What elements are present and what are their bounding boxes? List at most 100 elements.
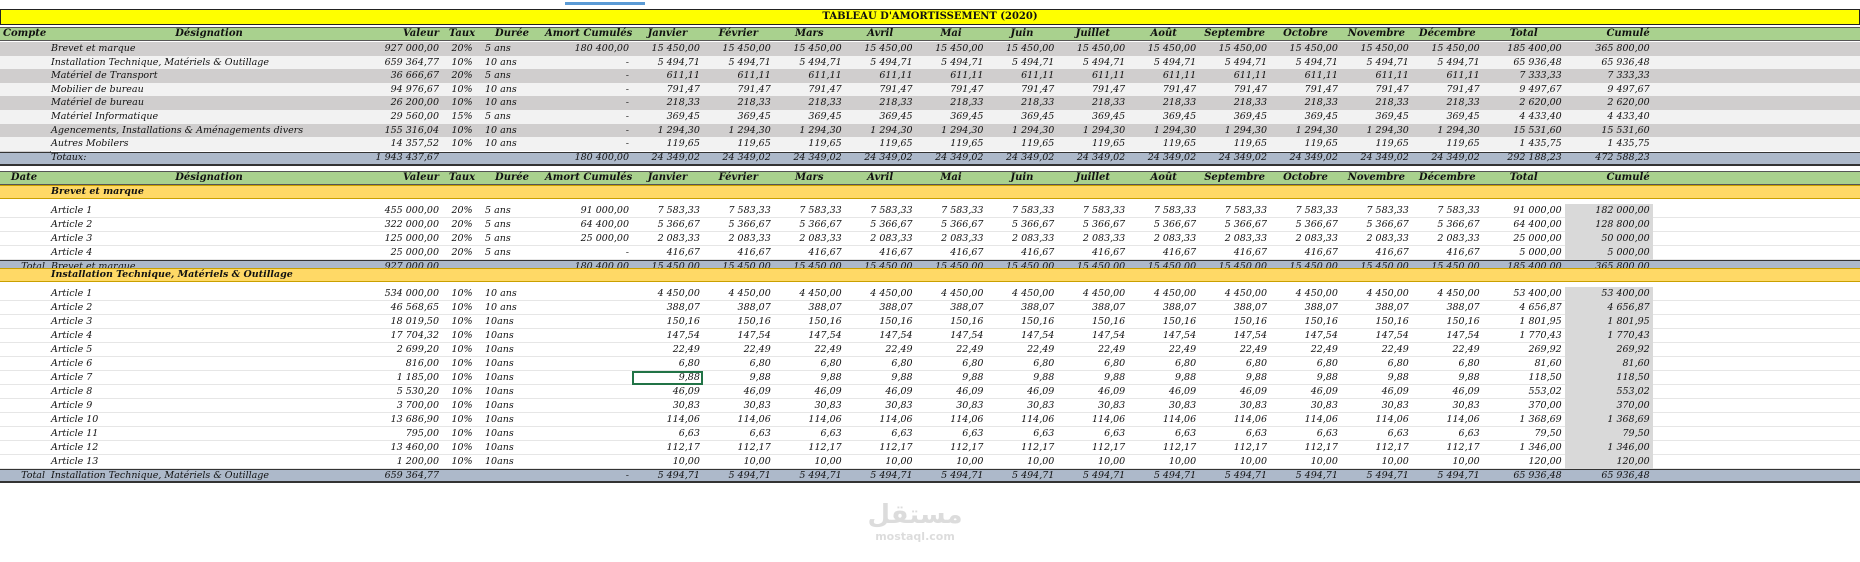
month-cell[interactable]: 46,09 <box>1199 385 1270 399</box>
month-cell[interactable]: 416,67 <box>1128 246 1199 260</box>
cumule-cell[interactable]: 553,02 <box>1564 384 1653 399</box>
month-cell[interactable]: 147,54 <box>916 329 987 343</box>
month-cell[interactable]: 22,49 <box>774 343 845 357</box>
month-cell[interactable]: 5 366,67 <box>845 218 916 232</box>
duree-cell[interactable]: 10 ans <box>482 124 542 138</box>
month-cell[interactable]: 218,33 <box>774 96 845 110</box>
month-cell[interactable]: 2 083,33 <box>1412 232 1483 246</box>
month-cell[interactable]: 369,45 <box>1341 110 1412 124</box>
duree-cell[interactable]: 10 ans <box>482 96 542 110</box>
month-cell[interactable]: 30,83 <box>845 399 916 413</box>
total-cell[interactable]: 25 000,00 <box>1483 232 1565 246</box>
month-cell[interactable]: 112,17 <box>986 441 1057 455</box>
month-cell[interactable]: 416,67 <box>845 246 916 260</box>
month-cell[interactable]: 15 450,00 <box>986 42 1057 56</box>
taux-cell[interactable]: 20% <box>442 246 482 260</box>
month-cell[interactable]: 10,00 <box>1341 455 1412 469</box>
month-cell[interactable]: 9,88 <box>703 371 774 385</box>
duree-cell[interactable]: 10ans <box>482 413 542 427</box>
month-cell[interactable]: 46,09 <box>1128 385 1199 399</box>
taux-cell[interactable]: 10% <box>442 399 482 413</box>
duree-cell[interactable]: 10ans <box>482 371 542 385</box>
taux-cell[interactable]: 15% <box>442 110 482 124</box>
cumule-cell[interactable]: 1 346,00 <box>1564 440 1653 455</box>
month-cell[interactable]: 6,80 <box>1341 357 1412 371</box>
month-cell[interactable]: 15 450,00 <box>774 42 845 56</box>
month-cell[interactable]: 218,33 <box>703 96 774 110</box>
designation-cell[interactable]: Article 4 <box>48 246 370 260</box>
month-cell[interactable]: 15 450,00 <box>916 42 987 56</box>
month-cell[interactable]: 30,83 <box>1412 399 1483 413</box>
valeur-cell[interactable]: 94 976,67 <box>370 83 442 97</box>
month-cell[interactable]: 119,65 <box>845 137 916 151</box>
month-cell[interactable]: 6,80 <box>632 357 703 371</box>
duree-cell[interactable]: 5 ans <box>482 232 542 246</box>
month-cell[interactable]: 15 450,00 <box>1341 42 1412 56</box>
month-cell[interactable]: 1 294,30 <box>1270 124 1341 138</box>
designation-cell[interactable]: Article 7 <box>48 371 370 385</box>
month-cell[interactable]: 791,47 <box>1057 83 1128 97</box>
month-cell[interactable]: 112,17 <box>916 441 987 455</box>
valeur-cell[interactable]: 816,00 <box>370 357 442 371</box>
taux-cell[interactable]: 10% <box>442 385 482 399</box>
month-cell[interactable]: 22,49 <box>1128 343 1199 357</box>
month-cell[interactable]: 150,16 <box>916 315 987 329</box>
month-cell[interactable]: 7 583,33 <box>1128 204 1199 218</box>
month-cell[interactable]: 6,63 <box>1199 427 1270 441</box>
amort-cell[interactable]: - <box>542 56 632 70</box>
duree-cell[interactable]: 5 ans <box>482 110 542 124</box>
month-cell[interactable]: 112,17 <box>1341 441 1412 455</box>
total-cell[interactable]: 15 531,60 <box>1483 124 1565 138</box>
month-cell[interactable]: 611,11 <box>916 69 987 83</box>
cumule-cell[interactable]: 370,00 <box>1564 398 1653 413</box>
taux-cell[interactable]: 10% <box>442 96 482 110</box>
month-cell[interactable]: 9,88 <box>1270 371 1341 385</box>
month-cell[interactable]: 147,54 <box>1341 329 1412 343</box>
cumule-cell[interactable]: 120,00 <box>1564 454 1653 469</box>
total-cell[interactable]: 1 801,95 <box>1483 315 1565 329</box>
designation-cell[interactable]: Article 10 <box>48 413 370 427</box>
month-cell[interactable]: 147,54 <box>1412 329 1483 343</box>
month-cell[interactable]: 46,09 <box>703 385 774 399</box>
month-cell[interactable]: 46,09 <box>986 385 1057 399</box>
valeur-cell[interactable]: 125 000,00 <box>370 232 442 246</box>
total-month[interactable]: 5 494,71 <box>1412 469 1483 483</box>
month-cell[interactable]: 6,80 <box>703 357 774 371</box>
designation-cell[interactable]: Article 2 <box>48 301 370 315</box>
taux-cell[interactable]: 10% <box>442 137 482 151</box>
total-total[interactable]: 65 936,48 <box>1483 469 1565 483</box>
month-cell[interactable]: 10,00 <box>1412 455 1483 469</box>
valeur-cell[interactable]: 322 000,00 <box>370 218 442 232</box>
month-cell[interactable]: 150,16 <box>774 315 845 329</box>
month-cell[interactable]: 30,83 <box>1341 399 1412 413</box>
month-cell[interactable]: 147,54 <box>1057 329 1128 343</box>
month-cell[interactable]: 112,17 <box>703 441 774 455</box>
month-cell[interactable]: 22,49 <box>632 343 703 357</box>
totals-month[interactable]: 24 349,02 <box>986 151 1057 165</box>
designation-cell[interactable]: Matériel de Transport <box>48 69 370 83</box>
designation-cell[interactable]: Agencements, Installations & Aménagement… <box>48 124 370 138</box>
month-cell[interactable]: 611,11 <box>774 69 845 83</box>
month-cell[interactable]: 6,63 <box>1057 427 1128 441</box>
month-cell[interactable]: 119,65 <box>1057 137 1128 151</box>
cumule-cell[interactable]: 81,60 <box>1564 356 1653 371</box>
month-cell[interactable]: 119,65 <box>1128 137 1199 151</box>
month-cell[interactable]: 22,49 <box>916 343 987 357</box>
month-cell[interactable]: 9,88 <box>1341 371 1412 385</box>
amort-cell[interactable]: 91 000,00 <box>542 204 632 218</box>
duree-cell[interactable]: 10ans <box>482 385 542 399</box>
month-cell[interactable]: 1 294,30 <box>1341 124 1412 138</box>
cumule-cell[interactable]: 2 620,00 <box>1565 96 1653 110</box>
month-cell[interactable]: 1 294,30 <box>1128 124 1199 138</box>
valeur-cell[interactable]: 26 200,00 <box>370 96 442 110</box>
month-cell[interactable]: 6,80 <box>1128 357 1199 371</box>
month-cell[interactable]: 388,07 <box>1057 301 1128 315</box>
duree-cell[interactable]: 5 ans <box>482 218 542 232</box>
month-cell[interactable]: 112,17 <box>1270 441 1341 455</box>
month-cell[interactable]: 5 366,67 <box>1412 218 1483 232</box>
month-cell[interactable]: 22,49 <box>1341 343 1412 357</box>
totals-amort[interactable]: 180 400,00 <box>542 151 632 165</box>
totals-month[interactable]: 24 349,02 <box>845 151 916 165</box>
month-cell[interactable]: 5 366,67 <box>632 218 703 232</box>
month-cell[interactable]: 388,07 <box>1270 301 1341 315</box>
